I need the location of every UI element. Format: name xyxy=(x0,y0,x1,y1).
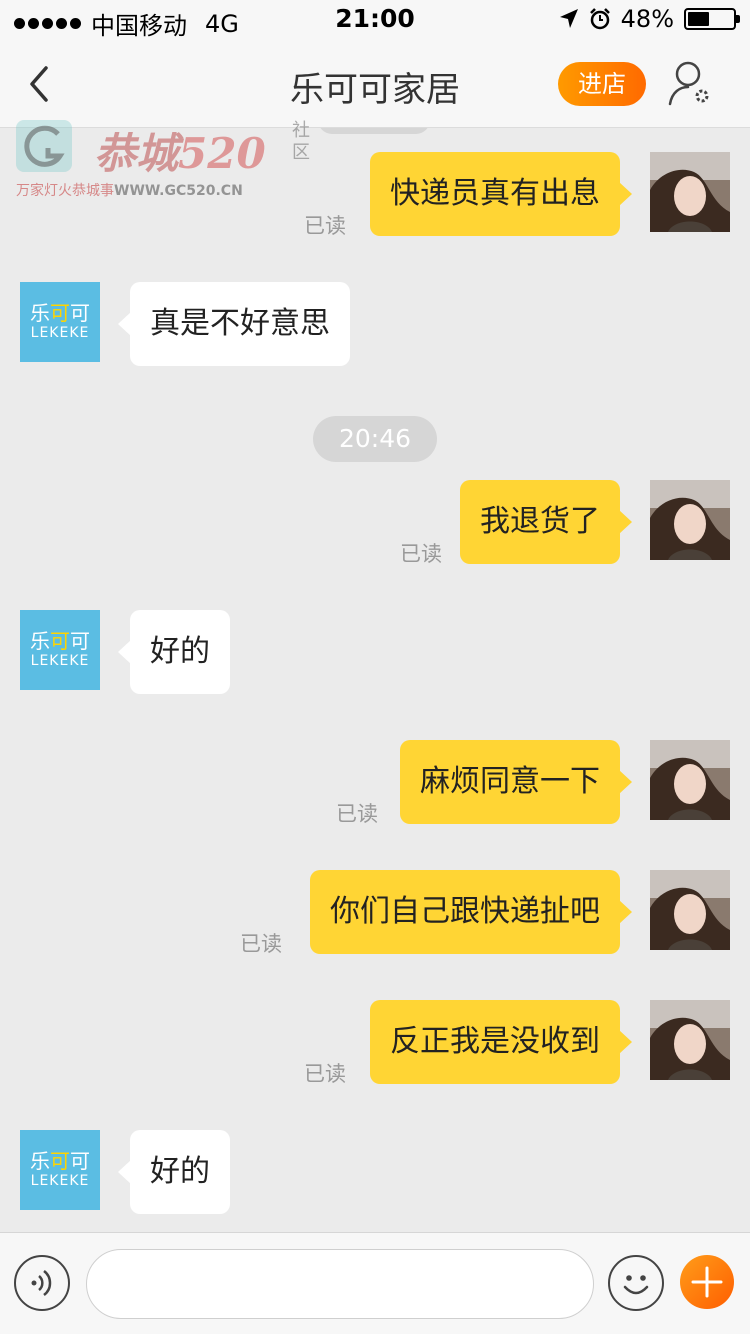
watermark-logo-icon xyxy=(16,120,72,172)
enter-store-button[interactable]: 进店 xyxy=(558,62,646,106)
message-bubble-shop[interactable]: 好的 xyxy=(118,610,230,694)
watermark-number: 520 xyxy=(178,129,266,178)
watermark-brand: 恭城 xyxy=(94,129,179,178)
message-bubble-shop[interactable]: 好的 xyxy=(118,1130,230,1214)
shop-avatar-cn: 乐可可 xyxy=(30,629,90,653)
my-avatar[interactable] xyxy=(650,870,730,950)
read-receipt: 已读 xyxy=(336,802,378,826)
message-bubble-me[interactable]: 麻烦同意一下 xyxy=(400,740,632,824)
voice-button[interactable] xyxy=(14,1255,70,1311)
input-bar xyxy=(0,1232,750,1334)
my-avatar-photo xyxy=(650,1000,730,1080)
emoji-button[interactable] xyxy=(608,1255,664,1311)
shop-avatar[interactable]: 乐可可 LEKEKE xyxy=(20,1130,100,1210)
message-input[interactable] xyxy=(86,1249,594,1319)
read-receipt: 已读 xyxy=(240,932,282,956)
watermark-subtitle: 万家灯火恭城事WWW.GC520.CN xyxy=(16,180,243,200)
watermark-title: 恭城520 xyxy=(94,120,266,181)
heart-icon: 可 xyxy=(50,301,70,325)
more-button[interactable] xyxy=(680,1255,734,1309)
timestamp-pill-partial xyxy=(318,128,430,134)
my-avatar-photo xyxy=(650,870,730,950)
voice-icon xyxy=(31,1270,52,1296)
plus-icon xyxy=(691,1266,723,1298)
message-bubble-me[interactable]: 你们自己跟快递扯吧 xyxy=(310,870,632,954)
battery-icon xyxy=(684,8,740,30)
timestamp-pill: 20:46 xyxy=(313,416,437,462)
my-avatar[interactable] xyxy=(650,152,730,232)
my-avatar[interactable] xyxy=(650,740,730,820)
read-receipt: 已读 xyxy=(304,1062,346,1086)
shop-avatar-cn: 乐可可 xyxy=(30,1149,90,1173)
battery-percent: 48% xyxy=(620,5,674,33)
my-avatar-photo xyxy=(650,740,730,820)
location-icon xyxy=(559,9,578,28)
shop-avatar[interactable]: 乐可可 LEKEKE xyxy=(20,610,100,690)
shop-avatar-en: LEKEKE xyxy=(30,325,90,341)
heart-icon: 可 xyxy=(50,1149,70,1173)
chat-area[interactable]: 已读 快递员真有出息 乐可可 LEKEKE 真是不好意思 20:46 已读 我退… xyxy=(0,128,750,1232)
emoji-icon xyxy=(623,1275,649,1295)
user-settings-icon xyxy=(668,61,709,106)
my-avatar[interactable] xyxy=(650,480,730,560)
heart-icon: 可 xyxy=(50,629,70,653)
battery-level xyxy=(688,12,710,26)
my-avatar-photo xyxy=(650,152,730,232)
nav-bar: 乐可可家居 进店 xyxy=(0,40,750,128)
watermark: 恭城520 社区 万家灯火恭城事WWW.GC520.CN xyxy=(14,116,310,204)
watermark-side: 社区 xyxy=(292,120,310,163)
shop-avatar-cn: 乐可可 xyxy=(30,301,90,325)
alarm-icon xyxy=(589,8,610,30)
my-avatar[interactable] xyxy=(650,1000,730,1080)
profile-button[interactable] xyxy=(666,58,716,108)
status-right: 48% xyxy=(559,5,740,33)
message-bubble-me[interactable]: 我退货了 xyxy=(460,480,632,564)
watermark-tagline: 万家灯火恭城事 xyxy=(16,183,114,199)
read-receipt: 已读 xyxy=(304,214,346,238)
watermark-url: WWW.GC520.CN xyxy=(114,183,243,199)
message-bubble-me[interactable]: 快递员真有出息 xyxy=(370,152,632,236)
shop-avatar-en: LEKEKE xyxy=(30,1173,90,1189)
shop-avatar[interactable]: 乐可可 LEKEKE xyxy=(20,282,100,362)
message-bubble-me[interactable]: 反正我是没收到 xyxy=(370,1000,632,1084)
status-bar: 中国移动 4G 21:00 48% xyxy=(0,0,750,40)
message-bubble-shop[interactable]: 真是不好意思 xyxy=(118,282,350,366)
read-receipt: 已读 xyxy=(400,542,442,566)
my-avatar-photo xyxy=(650,480,730,560)
shop-avatar-en: LEKEKE xyxy=(30,653,90,669)
